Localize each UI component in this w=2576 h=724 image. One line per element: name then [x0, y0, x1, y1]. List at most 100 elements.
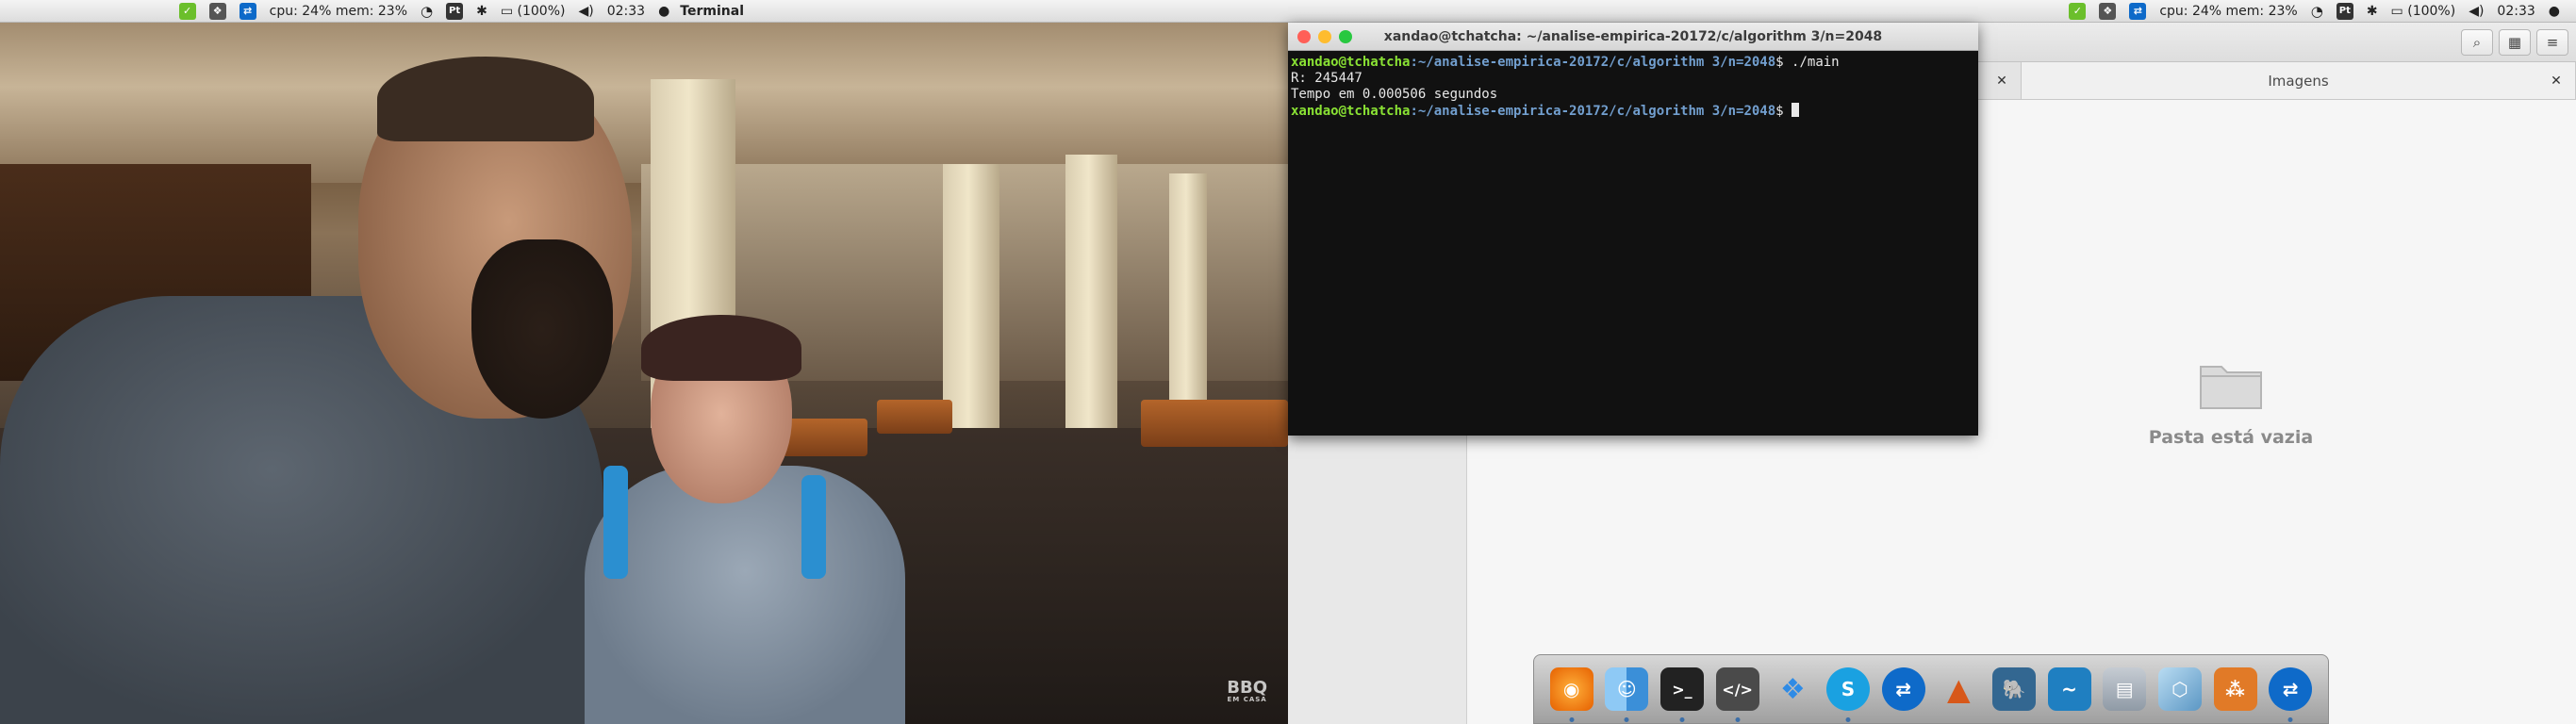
volume-icon[interactable]: ◀) [2462, 0, 2490, 23]
finder-icon: ☺ [1605, 667, 1649, 711]
dock-item-virtualbox[interactable]: ⬡ [2156, 664, 2204, 715]
matlab-icon: ▲ [1946, 671, 1971, 707]
prompt-symbol: $ [1775, 104, 1784, 119]
close-icon[interactable]: ✕ [1992, 72, 2011, 90]
command-text: ./main [1783, 55, 1840, 70]
teamviewer-icon: ⇄ [1881, 667, 1925, 711]
tray-update-icon[interactable]: ✓ [2062, 0, 2092, 23]
wifi-icon[interactable]: ◔ [2304, 0, 2330, 23]
dock-item-dropbox[interactable]: ❖ [1769, 664, 1816, 715]
empty-folder-message: Pasta está vazia [2148, 427, 2314, 448]
mysql-workbench-icon: ~ [2047, 667, 2091, 711]
battery-indicator[interactable]: ▭ (100%) [2385, 0, 2463, 23]
running-indicator [1624, 717, 1629, 722]
tray-teamviewer-icon[interactable]: ⇄ [233, 0, 263, 23]
grid-icon: ▦ [2507, 33, 2522, 51]
teamviewer-icon: ⇄ [2269, 667, 2313, 711]
pillar [1065, 155, 1117, 437]
dock-item-mysql-workbench[interactable]: ~ [2046, 664, 2093, 715]
top-panel-left: ✓ ❖ ⇄ cpu: 24% mem: 23% ◔ Pt ✱ ▭ (100%) … [0, 0, 1288, 23]
tab-imagens[interactable]: Imagens ✕ [2022, 62, 2576, 99]
running-indicator [1679, 717, 1685, 722]
code-editor-icon: </> [1715, 667, 1759, 711]
dock: ◉ ☺ >_ </> ❖ S ⇄ ▲ 🐘 ~ ▤ ⬡ ⁂ ⇄ [1533, 654, 2329, 724]
person-beard [471, 239, 613, 419]
dock-item-postgresql[interactable]: 🐘 [1990, 664, 2038, 715]
tray-teamviewer-icon[interactable]: ⇄ [2122, 0, 2153, 23]
dock-item-finder[interactable]: ☺ [1603, 664, 1650, 722]
backpack-strap [603, 466, 628, 579]
battery-icon: ▭ [2390, 3, 2403, 19]
terminal-line: xandao@tchatcha:~/analise-empirica-20172… [1291, 55, 1975, 71]
terminal-line: Tempo em 0.000506 segundos [1291, 87, 1498, 102]
dock-item-firefox[interactable]: ◉ [1548, 664, 1595, 722]
terminal-output[interactable]: xandao@tchatcha:~/analise-empirica-20172… [1288, 51, 1978, 436]
running-indicator [1569, 717, 1575, 722]
volume-icon[interactable]: ◀) [571, 0, 600, 23]
bench [1141, 400, 1288, 447]
clock[interactable]: 02:33 [601, 0, 652, 23]
wifi-icon[interactable]: ◔ [414, 0, 439, 23]
dock-item-skype[interactable]: S [1825, 664, 1872, 722]
terminal-title: xandao@tchatcha: ~/analise-empirica-2017… [1383, 28, 1883, 44]
folder-icon [2200, 366, 2262, 409]
dock-item-network-app[interactable]: ⁂ [2212, 664, 2259, 715]
search-button[interactable]: ⌕ [2461, 28, 2493, 56]
prompt-path: :~/analise-empirica-20172/c/algorithm 3/… [1410, 55, 1776, 70]
active-app-name[interactable]: Terminal [676, 0, 751, 23]
menu-button[interactable]: ≡ [2536, 28, 2568, 56]
top-panel-right: ✓ ❖ ⇄ cpu: 24% mem: 23% ◔ Pt ✱ ▭ (100%) … [1288, 0, 2576, 23]
apple-menu-icon[interactable]: ● [652, 0, 676, 23]
terminal-window[interactable]: xandao@tchatcha: ~/analise-empirica-2017… [1288, 23, 1978, 436]
person-hair [377, 57, 594, 141]
channel-watermark: BBQ EM CASA [1227, 680, 1267, 703]
network-app-icon: ⁂ [2213, 667, 2257, 711]
close-icon[interactable]: ✕ [2547, 72, 2566, 90]
image-viewer-icon: ▤ [2103, 667, 2147, 711]
backpack-strap [801, 475, 826, 579]
skype-icon: S [1825, 667, 1870, 711]
view-toggle-button[interactable]: ▦ [2499, 28, 2531, 56]
tray-dropbox-icon[interactable]: ❖ [203, 0, 233, 23]
dock-item-teamviewer-2[interactable]: ⇄ [2267, 664, 2314, 722]
dock-item-terminal[interactable]: >_ [1659, 664, 1706, 722]
tray-dropbox-icon[interactable]: ❖ [2092, 0, 2122, 23]
bluetooth-icon[interactable]: ✱ [2360, 0, 2385, 23]
running-indicator [1845, 717, 1851, 722]
terminal-line: R: 245447 [1291, 71, 1362, 86]
hamburger-icon: ≡ [2546, 33, 2559, 51]
text-cursor [1792, 103, 1800, 117]
prompt-path: :~/analise-empirica-20172/c/algorithm 3/… [1410, 104, 1776, 119]
person-dress [585, 466, 905, 724]
bluetooth-icon[interactable]: ✱ [470, 0, 494, 23]
tab-label: Imagens [2268, 72, 2329, 90]
running-indicator [1735, 717, 1741, 722]
running-indicator [2287, 717, 2293, 722]
bench [877, 400, 952, 434]
pillar [1169, 173, 1207, 419]
dock-item-teamviewer[interactable]: ⇄ [1880, 664, 1927, 715]
tray-update-icon[interactable]: ✓ [173, 0, 203, 23]
dock-item-code-editor[interactable]: </> [1714, 664, 1761, 722]
search-icon: ⌕ [2472, 33, 2482, 51]
keyboard-layout-indicator[interactable]: Pt [2330, 0, 2360, 23]
person-hair [641, 315, 801, 381]
clock[interactable]: 02:33 [2490, 0, 2541, 23]
dock-item-matlab[interactable]: ▲ [1935, 664, 1982, 715]
video-frame[interactable]: BBQ EM CASA [0, 23, 1288, 724]
battery-icon: ▭ [500, 3, 514, 19]
terminal-line: xandao@tchatcha:~/analise-empirica-20172… [1291, 103, 1975, 120]
dock-item-image-viewer[interactable]: ▤ [2101, 664, 2148, 715]
dropbox-icon: ❖ [1779, 672, 1806, 706]
empty-folder-placeholder: Pasta está vazia [2071, 357, 2391, 448]
keyboard-layout-indicator[interactable]: Pt [439, 0, 470, 23]
terminal-titlebar[interactable]: xandao@tchatcha: ~/analise-empirica-2017… [1288, 23, 1978, 51]
cpu-mem-indicator[interactable]: cpu: 24% mem: 23% [2153, 0, 2304, 23]
virtualbox-icon: ⬡ [2157, 667, 2202, 711]
battery-indicator[interactable]: ▭ (100%) [494, 0, 572, 23]
firefox-icon: ◉ [1549, 667, 1593, 711]
watermark-title: BBQ [1227, 678, 1267, 698]
power-icon[interactable]: ● [2542, 0, 2567, 23]
cpu-mem-indicator[interactable]: cpu: 24% mem: 23% [263, 0, 414, 23]
terminal-icon: >_ [1660, 667, 1704, 711]
